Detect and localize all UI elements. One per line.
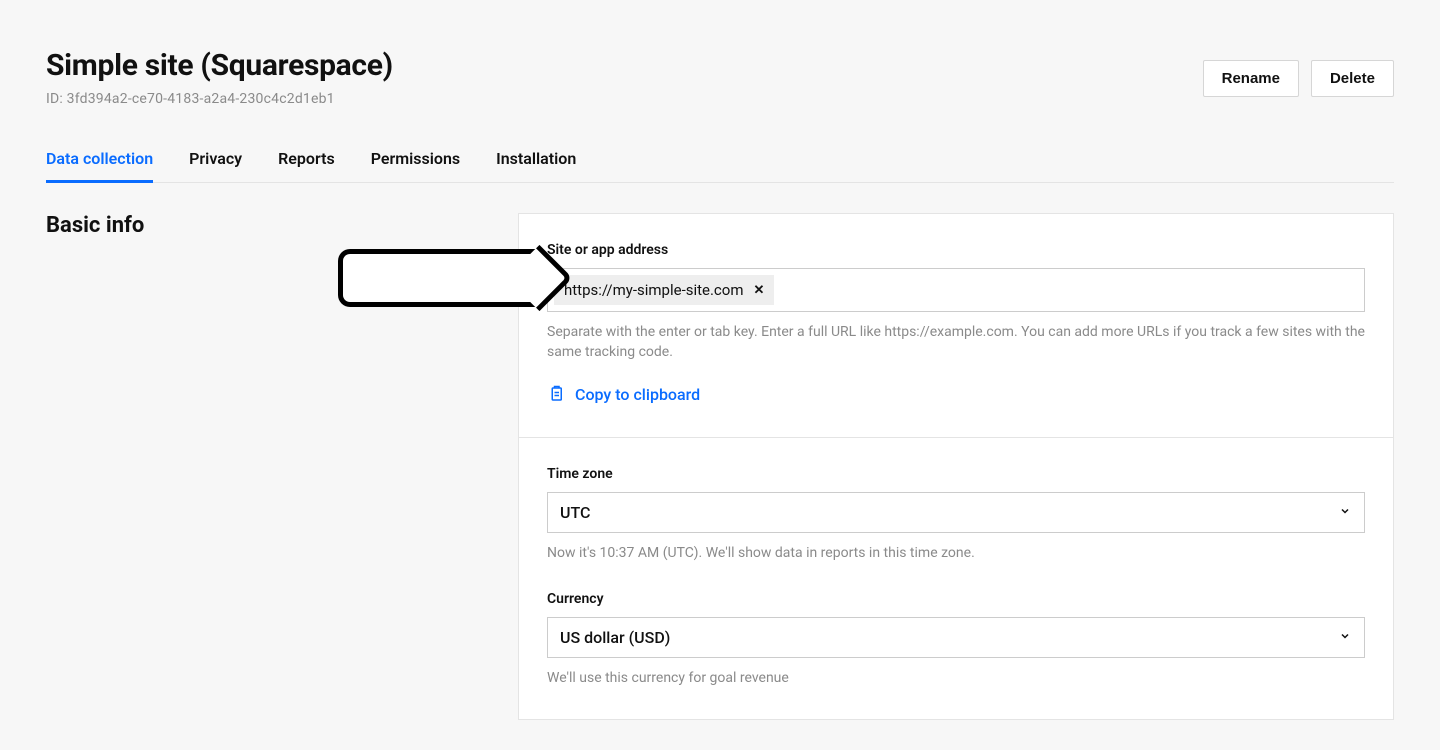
tab-installation[interactable]: Installation [496,149,576,183]
section-title: Basic info [46,213,518,238]
tab-data-collection[interactable]: Data collection [46,149,153,183]
copy-to-clipboard-button[interactable]: Copy to clipboard [547,385,700,404]
delete-button[interactable]: Delete [1311,60,1394,97]
site-address-input[interactable]: https://my-simple-site.com ✕ [547,268,1365,312]
site-url-text: https://my-simple-site.com [564,281,744,299]
timezone-help: Now it's 10:37 AM (UTC). We'll show data… [547,543,1365,563]
currency-help: We'll use this currency for goal revenue [547,668,1365,688]
site-address-label: Site or app address [547,242,1365,258]
site-url-chip: https://my-simple-site.com ✕ [554,275,774,305]
tab-privacy[interactable]: Privacy [189,149,242,183]
annotation-pointer [338,249,538,307]
copy-label: Copy to clipboard [575,385,700,404]
rename-button[interactable]: Rename [1203,60,1299,97]
currency-label: Currency [547,591,1365,607]
clipboard-icon [547,385,565,403]
timezone-select[interactable]: UTC [547,492,1365,533]
currency-select[interactable]: US dollar (USD) [547,617,1365,658]
tab-reports[interactable]: Reports [278,149,335,183]
basic-info-card: Site or app address https://my-simple-si… [518,213,1394,720]
tab-permissions[interactable]: Permissions [371,149,460,183]
site-address-help: Separate with the enter or tab key. Ente… [547,322,1365,363]
remove-chip-icon[interactable]: ✕ [754,283,765,298]
tabs: Data collection Privacy Reports Permissi… [46,149,1394,183]
page-title: Simple site (Squarespace) [46,48,393,83]
site-id: ID: 3fd394a2-ce70-4183-a2a4-230c4c2d1eb1 [46,91,393,107]
timezone-label: Time zone [547,466,1365,482]
